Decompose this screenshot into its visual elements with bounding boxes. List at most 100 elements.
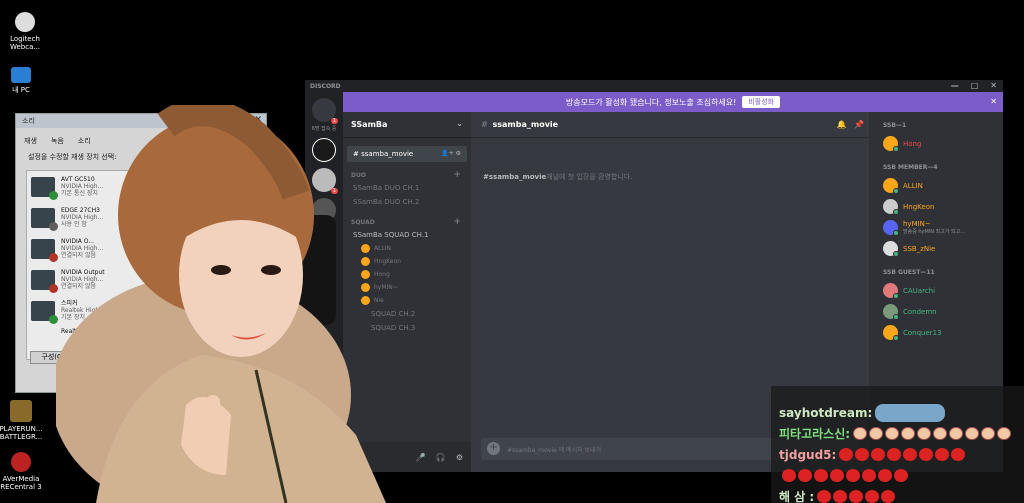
- member-category: SSB GUEST—11: [883, 269, 935, 276]
- member-name: Conquer13: [903, 328, 942, 337]
- window-controls: — □ ✕: [951, 81, 997, 90]
- bell-icon[interactable]: 🔔: [836, 120, 846, 129]
- disable-streamer-mode-button[interactable]: 비활성화: [742, 96, 781, 108]
- emote-icon: [878, 469, 892, 482]
- speaker-icon: [31, 207, 58, 231]
- overlay-chat-line: [779, 465, 1018, 486]
- chat-channel-name: ssamba_movie: [492, 120, 559, 129]
- member-name: hyMIN~: [903, 220, 931, 228]
- speaker-icon: [31, 269, 58, 293]
- overlay-chat-line: tjdgud5:: [779, 444, 1018, 465]
- window-title: DISCORD: [310, 83, 341, 90]
- pin-icon[interactable]: 📌: [854, 120, 864, 129]
- emote-icon: [981, 427, 996, 440]
- emote-icon: [885, 427, 900, 440]
- computer-icon: [11, 67, 31, 83]
- desktop-icon-label: Logitech Webca...: [9, 35, 41, 51]
- emote-icon: [919, 448, 934, 461]
- left-eye: [211, 265, 231, 275]
- chat-header: # ssamba_movie 🔔 📌 👥 검색 ⌕ @ ?: [471, 112, 995, 138]
- overlay-username: 피타고라스신:: [779, 427, 851, 441]
- desktop-icon-label: 내 PC: [12, 86, 30, 94]
- desktop-icon-logitech[interactable]: Logitech Webca...: [0, 12, 50, 51]
- discord-titlebar: DISCORD — □ ✕: [305, 80, 1003, 92]
- emote-icon: [894, 469, 908, 482]
- member-name: ALLIN: [903, 181, 923, 190]
- emote-icon: [814, 469, 828, 482]
- overlay-chat-line: sayhotdream:: [779, 402, 1018, 423]
- desktop-icon-my-pc[interactable]: 내 PC: [0, 67, 46, 94]
- emote-icon: [853, 427, 868, 440]
- member-name: Condemn: [903, 307, 937, 316]
- tab-playback[interactable]: 재생: [24, 136, 37, 146]
- emote-icon: [875, 403, 946, 422]
- close-icon[interactable]: ✕: [990, 97, 997, 106]
- desktop-icon-pubg[interactable]: PLAYERUN... BATTLEGR...: [0, 400, 46, 441]
- member-item[interactable]: SSB_zNie: [869, 238, 1003, 259]
- emote-icon: [862, 469, 876, 482]
- pubg-icon: [10, 400, 32, 422]
- speaker-icon: [31, 176, 58, 200]
- member-item[interactable]: CAUarchi: [869, 280, 1003, 301]
- minimize-button[interactable]: —: [951, 81, 959, 90]
- avatar: [883, 241, 899, 257]
- banner-text: 방송모드가 활성화 됐습니다, 정보노출 조심하세요!: [565, 97, 737, 107]
- sound-dialog-title: 소리: [22, 117, 35, 125]
- emote-icon: [935, 448, 950, 461]
- emote-icon: [951, 448, 966, 461]
- overlay-chat-line: 해 삼 :: [779, 486, 1018, 503]
- stream-chat-overlay: sayhotdream: 피타고라스신: tjdgud5: 해 삼 :: [771, 386, 1024, 503]
- overlay-username: sayhotdream:: [779, 405, 873, 420]
- emote-icon: [903, 448, 918, 461]
- member-item[interactable]: ALLIN: [869, 175, 1003, 196]
- close-button[interactable]: ✕: [990, 81, 997, 90]
- member-name: HngKeon: [903, 202, 935, 211]
- emote-icon: [849, 490, 864, 503]
- member-item[interactable]: hyMIN~ 방송중 hyMIN 최고가 되고...: [869, 217, 1003, 238]
- emote-icon: [855, 448, 870, 461]
- right-eye: [261, 265, 281, 275]
- emote-icon: [839, 448, 854, 461]
- member-item[interactable]: HngKeon: [869, 196, 1003, 217]
- online-status-icon: [893, 230, 899, 236]
- member-name: CAUarchi: [903, 286, 936, 295]
- emote-icon: [869, 427, 884, 440]
- overlay-chat-line: 피타고라스신:: [779, 423, 1018, 444]
- online-status-icon: [893, 335, 899, 341]
- overlay-username: tjdgud5:: [779, 447, 837, 462]
- emote-icon: [865, 490, 880, 503]
- member-item[interactable]: Condemn: [869, 301, 1003, 322]
- online-status-icon: [893, 293, 899, 299]
- avatar: [883, 178, 899, 194]
- thumb: [206, 395, 220, 431]
- member-item[interactable]: Hong: [869, 133, 1003, 154]
- webcam-overlay: [56, 105, 386, 503]
- welcome-message: #ssamba_movie채널에 첫 입장을 환영합니다.: [483, 172, 632, 182]
- emote-icon: [817, 490, 832, 503]
- speaker-icon: [31, 238, 58, 262]
- avermedia-icon: [11, 452, 31, 472]
- online-status-icon: [893, 188, 899, 194]
- online-status-icon: [893, 314, 899, 320]
- desktop-icon-label: PLAYERUN... BATTLEGR...: [0, 425, 43, 441]
- desktop-icon-label: AVerMedia RECentral 3: [0, 475, 42, 491]
- emote-icon: [917, 427, 932, 440]
- desktop-icon-avermedia[interactable]: AVerMedia RECentral 3: [0, 452, 46, 491]
- member-item[interactable]: Conquer13: [869, 322, 1003, 343]
- maximize-button[interactable]: □: [971, 81, 979, 90]
- emote-icon: [965, 427, 980, 440]
- emote-icon: [949, 427, 964, 440]
- emote-icon: [798, 469, 812, 482]
- member-category: SSB—1: [883, 122, 907, 129]
- online-status-icon: [893, 251, 899, 257]
- member-name: SSB_zNie: [903, 244, 936, 253]
- online-status-icon: [893, 209, 899, 215]
- emote-icon: [846, 469, 860, 482]
- avatar: [883, 325, 899, 341]
- member-category: SSB MEMBER—4: [883, 164, 938, 171]
- webcam-icon: [15, 12, 35, 32]
- overlay-username: 해 삼 :: [779, 490, 815, 503]
- avatar: [883, 136, 899, 152]
- avatar: [883, 304, 899, 320]
- emote-icon: [833, 490, 848, 503]
